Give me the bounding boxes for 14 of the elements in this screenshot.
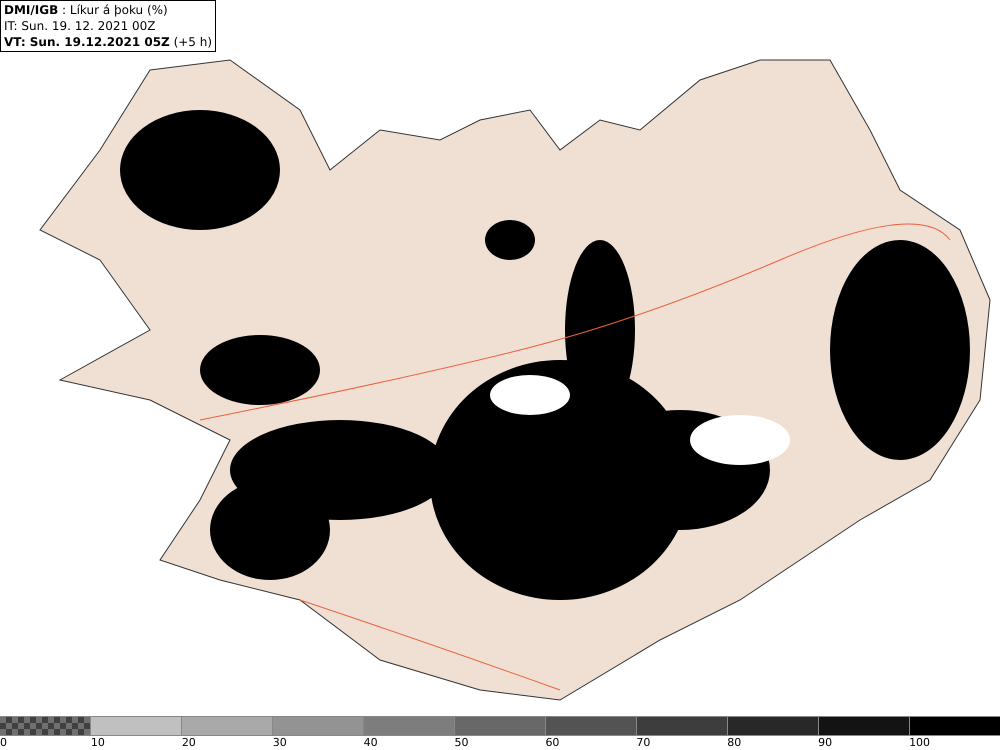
scale-label: 0 [0, 736, 7, 749]
header-text: DMI/IGB : Líkur á þoku (%) [4, 2, 169, 18]
scale-label: 60 [545, 736, 560, 749]
header-text: IT: Sun. 19. 12. 2021 00Z [4, 18, 157, 34]
scale-label: 20 [182, 736, 196, 749]
scale-label: 70 [636, 736, 650, 749]
scale-label: 90 [818, 736, 832, 749]
scale-label: 40 [364, 736, 378, 749]
scale-label: 50 [454, 736, 469, 749]
scale-label: 30 [272, 736, 287, 749]
header-text: VT: Sun. 19.12.2021 05Z (+5 h) [4, 34, 212, 50]
scale-label: 80 [727, 736, 742, 749]
scale-label: 100 [909, 736, 930, 749]
scale-label: 10 [90, 736, 105, 749]
